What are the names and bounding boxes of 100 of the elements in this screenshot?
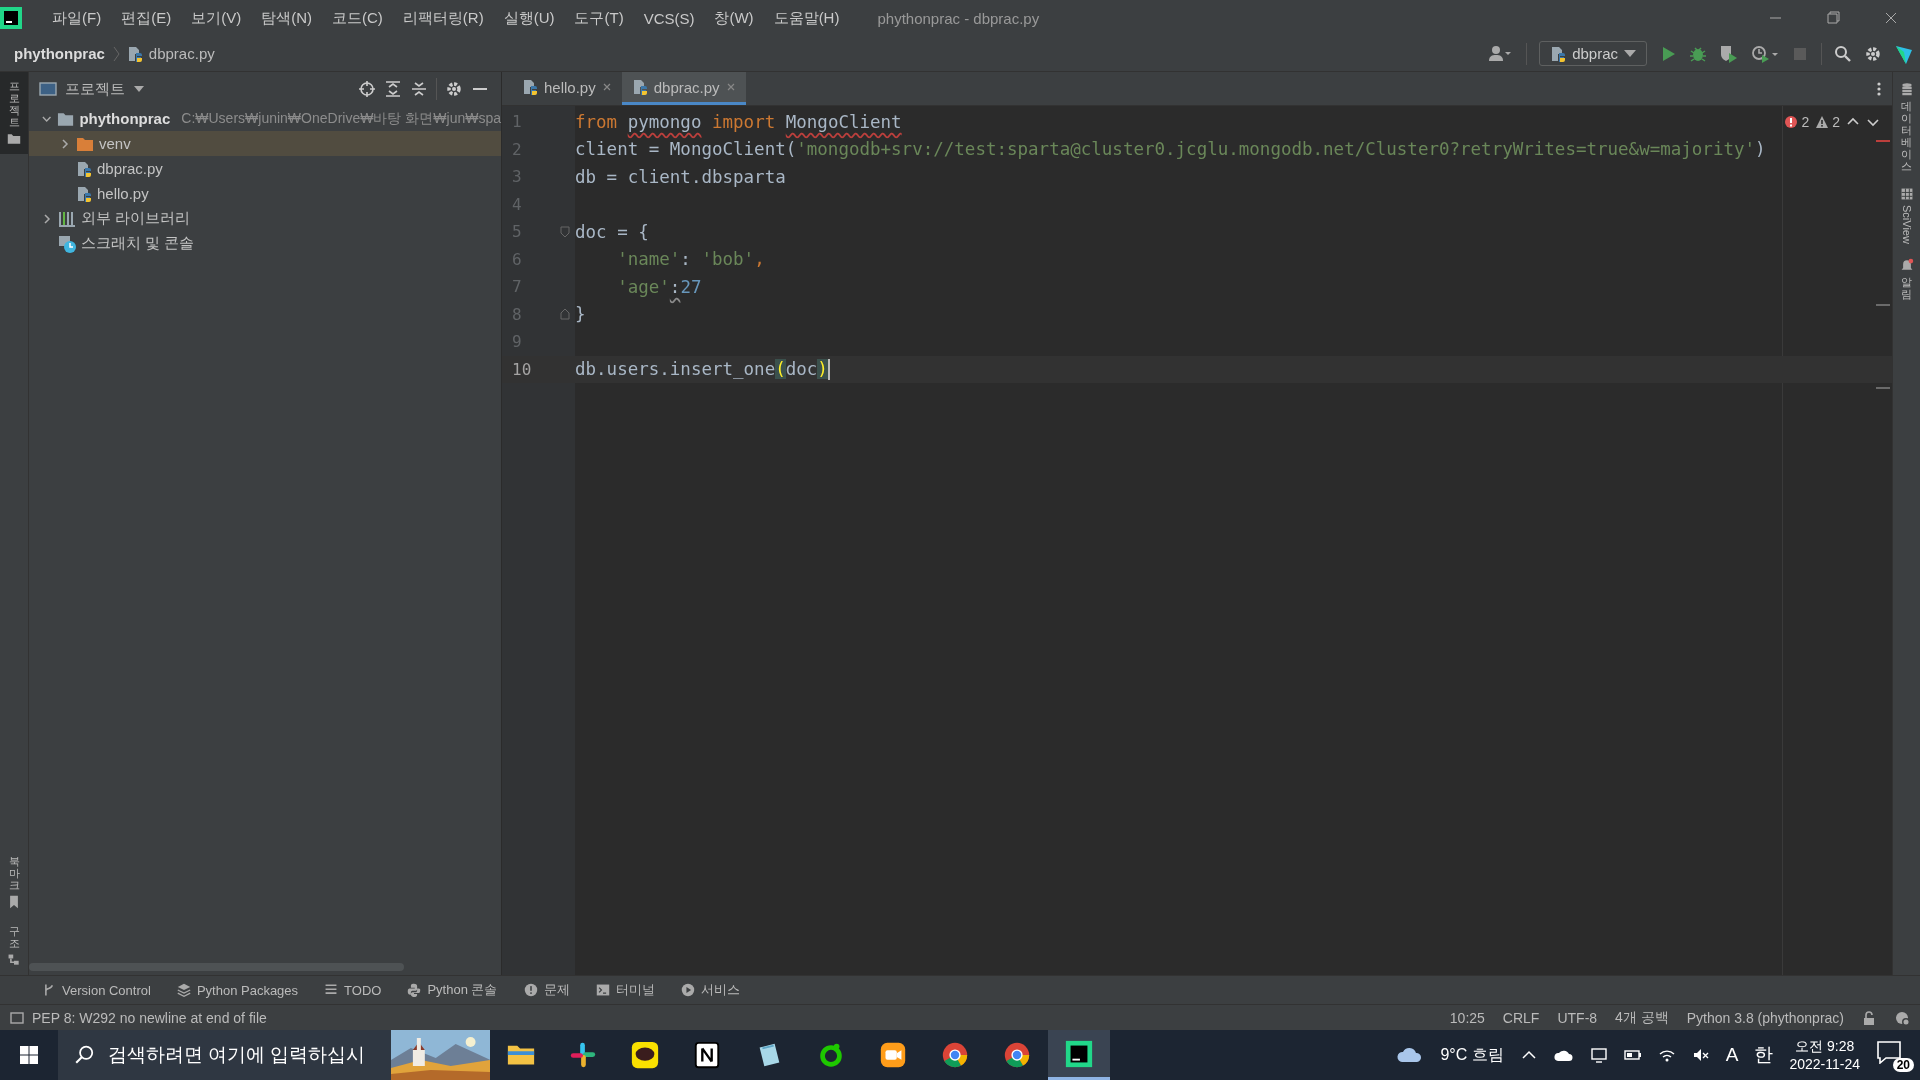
folder-path: C:₩Users₩junin₩OneDrive₩바탕 화면₩jun₩spa <box>181 109 501 128</box>
editor-tab[interactable]: hello.py <box>512 72 622 105</box>
menu-item[interactable]: 리팩터링(R) <box>392 8 494 28</box>
tool-window-label[interactable]: 데이터베이스 <box>1901 100 1912 173</box>
tool-window-button[interactable]: Python 콘솔 <box>407 981 498 999</box>
locate-icon[interactable] <box>358 80 376 98</box>
coverage-icon[interactable] <box>1719 43 1739 64</box>
tool-window-label[interactable]: 구조 <box>8 924 20 949</box>
search-field[interactable]: 검색하려면 여기에 입력하십시 <box>107 1044 377 1066</box>
browser-icon <box>1002 1040 1032 1070</box>
clock[interactable]: 오전 9:28 2022-11-24 <box>1789 1036 1860 1074</box>
status-item[interactable]: UTF-8 <box>1557 1009 1598 1026</box>
input-mode-indicator[interactable]: 한 <box>1754 1042 1774 1068</box>
tool-window-tab[interactable]: 구조 <box>0 916 28 975</box>
ide-icon <box>1064 1038 1094 1069</box>
scrollbar[interactable] <box>29 963 404 971</box>
line-number: 10 <box>511 359 533 379</box>
tool-window-label[interactable]: SciView <box>1900 204 1913 244</box>
folder-icon[interactable] <box>7 132 21 147</box>
tool-window-tab[interactable]: 북마크 <box>0 846 28 917</box>
fold-marker-icon[interactable] <box>560 308 570 321</box>
debug-icon[interactable] <box>1689 44 1707 63</box>
code-line: 'name': 'bob', <box>616 249 765 270</box>
tool-window-button[interactable]: 문제 <box>523 981 570 999</box>
search-icon <box>74 1045 94 1065</box>
layout-icon[interactable] <box>10 1010 24 1025</box>
tool-window-label[interactable]: 프로젝트 <box>8 80 20 129</box>
menu-item[interactable]: 파일(F) <box>42 8 112 28</box>
chat-bubble-icon <box>630 1040 660 1070</box>
editor-tab[interactable]: dbprac.py <box>621 72 746 105</box>
expand-all-icon[interactable] <box>384 80 402 98</box>
code-line: db = client.dbsparta <box>575 166 786 187</box>
document-icon <box>692 1040 722 1070</box>
collapse-all-icon[interactable] <box>410 80 428 98</box>
breadcrumb-item[interactable]: dbprac.py <box>148 45 215 62</box>
run-configuration-dropdown[interactable]: dbprac <box>1539 41 1647 66</box>
lock-icon[interactable] <box>1862 1010 1876 1025</box>
tool-window-button[interactable]: Python Packages <box>176 982 299 998</box>
close-icon[interactable] <box>601 82 612 92</box>
error-count[interactable]: 2 <box>1784 114 1810 130</box>
tool-window-label[interactable]: 북마크 <box>8 854 20 891</box>
tree-item[interactable]: 외부 라이브러리 <box>29 206 501 231</box>
toolbox-icon[interactable] <box>1894 43 1914 64</box>
database-icon[interactable] <box>1899 82 1914 96</box>
display-icon[interactable] <box>1589 1046 1608 1064</box>
status-item[interactable]: 4개 공백 <box>1615 1008 1669 1027</box>
tree-item[interactable]: 스크래치 및 콘솔 <box>29 231 501 256</box>
tree-item[interactable]: dbprac.py <box>29 156 501 181</box>
search-icon[interactable] <box>1834 44 1852 63</box>
python-file-icon <box>76 160 92 177</box>
menu-item[interactable]: 보기(V) <box>181 8 252 28</box>
collapsed-chevron-icon[interactable] <box>59 137 71 150</box>
python-icon <box>1550 45 1567 62</box>
grid-icon[interactable] <box>1899 186 1914 201</box>
fold-marker-icon[interactable] <box>560 225 570 238</box>
settings-icon[interactable] <box>445 80 463 98</box>
status-item[interactable]: CRLF <box>1502 1009 1540 1026</box>
tree-item[interactable]: hello.py <box>29 181 501 206</box>
menu-item[interactable]: VCS(S) <box>633 9 705 27</box>
inspector-icon[interactable] <box>1894 1009 1910 1026</box>
list-icon <box>324 983 339 997</box>
menu-item[interactable]: 도움말(H) <box>763 8 850 28</box>
more-icon[interactable] <box>1876 80 1882 97</box>
tree-item[interactable]: venv <box>29 131 501 156</box>
settings-icon[interactable] <box>1864 44 1882 63</box>
weather-text[interactable]: 9°C 흐림 <box>1440 1044 1504 1066</box>
tool-window-tab[interactable]: 프로젝트 <box>0 72 28 155</box>
tool-window-tab[interactable]: 알림 <box>1899 257 1914 300</box>
taskbar-app[interactable] <box>1048 1030 1110 1080</box>
menu-item[interactable]: 편집(E) <box>111 8 182 28</box>
menu-item[interactable]: 도구(T) <box>564 8 634 28</box>
tool-window-tab[interactable]: 데이터베이스 <box>1899 82 1914 173</box>
status-item[interactable]: 10:25 <box>1449 1009 1485 1026</box>
warning-count[interactable]: 2 <box>1815 114 1840 130</box>
menu-item[interactable]: 창(W) <box>704 8 764 28</box>
search-box[interactable]: 검색하려면 여기에 입력하십시 <box>58 1030 490 1080</box>
tool-window-button[interactable]: 서비스 <box>680 981 740 999</box>
menu-item[interactable]: 실행(U) <box>493 8 565 28</box>
tree-item[interactable]: phythonprac C:₩Users₩junin₩OneDrive₩바탕 화면₩jun₩spa <box>29 106 501 131</box>
python-icon <box>407 983 422 997</box>
breadcrumb-item[interactable]: phythonprac <box>14 45 105 62</box>
tool-window-label[interactable]: 알림 <box>1901 275 1912 300</box>
menu-item[interactable]: 코드(C) <box>322 8 393 28</box>
info-icon <box>523 983 538 997</box>
collapsed-chevron-icon[interactable] <box>41 212 53 225</box>
app-logo-icon[interactable] <box>0 7 22 29</box>
bell-icon[interactable] <box>1899 257 1914 272</box>
profile-icon[interactable] <box>1751 43 1779 64</box>
tool-window-button[interactable]: TODO <box>324 982 382 998</box>
bookmark-icon[interactable] <box>7 894 21 909</box>
status-item[interactable]: Python 3.8 (phythonprac) <box>1686 1009 1844 1026</box>
error-icon <box>1784 115 1799 129</box>
windows-logo-icon[interactable] <box>20 1046 38 1064</box>
tool-window-tab[interactable]: SciView <box>1899 186 1914 244</box>
tool-window-button[interactable]: 터미널 <box>595 981 655 999</box>
menu-item[interactable]: 탐색(N) <box>251 8 322 28</box>
tool-window-button[interactable]: Version Control <box>42 982 151 998</box>
structure-icon[interactable] <box>7 953 21 967</box>
panel-title[interactable]: 프로젝트 <box>65 79 125 99</box>
input-mode-indicator[interactable]: A <box>1725 1044 1739 1066</box>
